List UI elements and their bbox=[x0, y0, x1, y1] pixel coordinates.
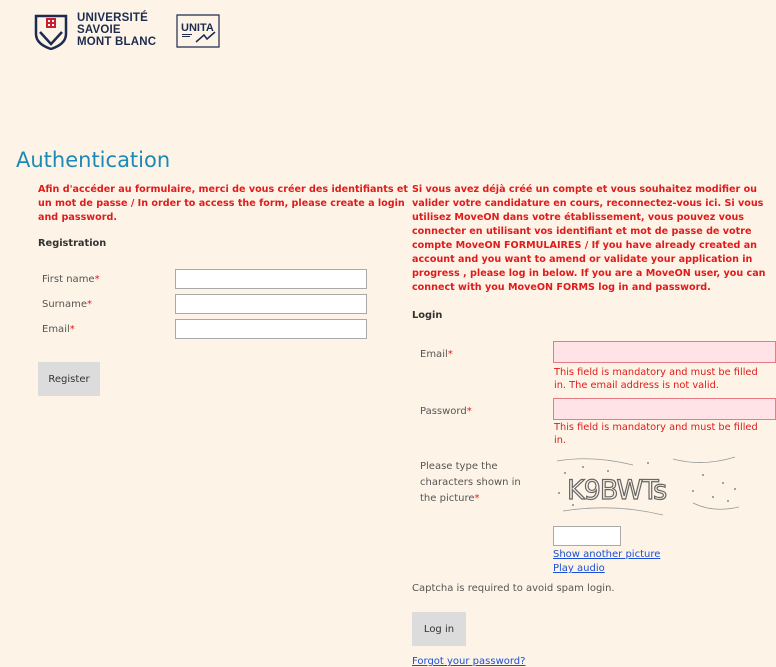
registration-intro: Afin d'accéder au formulaire, merci de v… bbox=[38, 184, 408, 223]
surname-input[interactable] bbox=[175, 294, 367, 314]
login-intro: Si vous avez déjà créé un compte et vous… bbox=[412, 184, 766, 293]
show-another-picture-link[interactable]: Show another picture bbox=[553, 549, 660, 560]
captcha-prompt: Please type the characters shown in the … bbox=[420, 461, 521, 504]
captcha-characters: K9BWTs bbox=[567, 475, 666, 506]
password-input[interactable] bbox=[553, 398, 776, 420]
password-label: Password* bbox=[420, 406, 472, 417]
surname-label: Surname* bbox=[42, 299, 92, 310]
login-email-error: This field is mandatory and must be fill… bbox=[554, 367, 758, 391]
first-name-input[interactable] bbox=[175, 269, 367, 289]
university-shield-logo bbox=[34, 14, 68, 50]
registration-heading: Registration bbox=[38, 238, 107, 249]
forgot-password-link[interactable]: Forgot your password? bbox=[412, 656, 525, 667]
email-label: Email* bbox=[42, 324, 75, 335]
register-button[interactable]: Register bbox=[38, 362, 100, 396]
password-error: This field is mandatory and must be fill… bbox=[554, 422, 758, 446]
page-title: Authentication bbox=[16, 148, 171, 172]
login-button[interactable]: Log in bbox=[412, 612, 466, 646]
university-logo-text: UNIVERSITÉ SAVOIE MONT BLANC bbox=[77, 12, 156, 48]
university-name-line: UNIVERSITÉ bbox=[77, 12, 149, 24]
login-email-label: Email* bbox=[420, 349, 453, 360]
login-heading: Login bbox=[412, 310, 443, 321]
play-audio-link[interactable]: Play audio bbox=[553, 563, 605, 574]
unita-logo-text: UNITA bbox=[181, 22, 214, 34]
captcha-image: K9BWTs bbox=[556, 456, 740, 516]
unita-logo: UNITA bbox=[176, 14, 220, 48]
university-name-line: SAVOIE bbox=[77, 24, 121, 36]
captcha-input[interactable] bbox=[553, 526, 621, 546]
registration-email-input[interactable] bbox=[175, 319, 367, 339]
university-name-line: MONT BLANC bbox=[77, 36, 157, 48]
first-name-label: First name* bbox=[42, 274, 100, 285]
login-email-input[interactable] bbox=[553, 341, 776, 363]
captcha-note: Captcha is required to avoid spam login. bbox=[412, 583, 615, 594]
